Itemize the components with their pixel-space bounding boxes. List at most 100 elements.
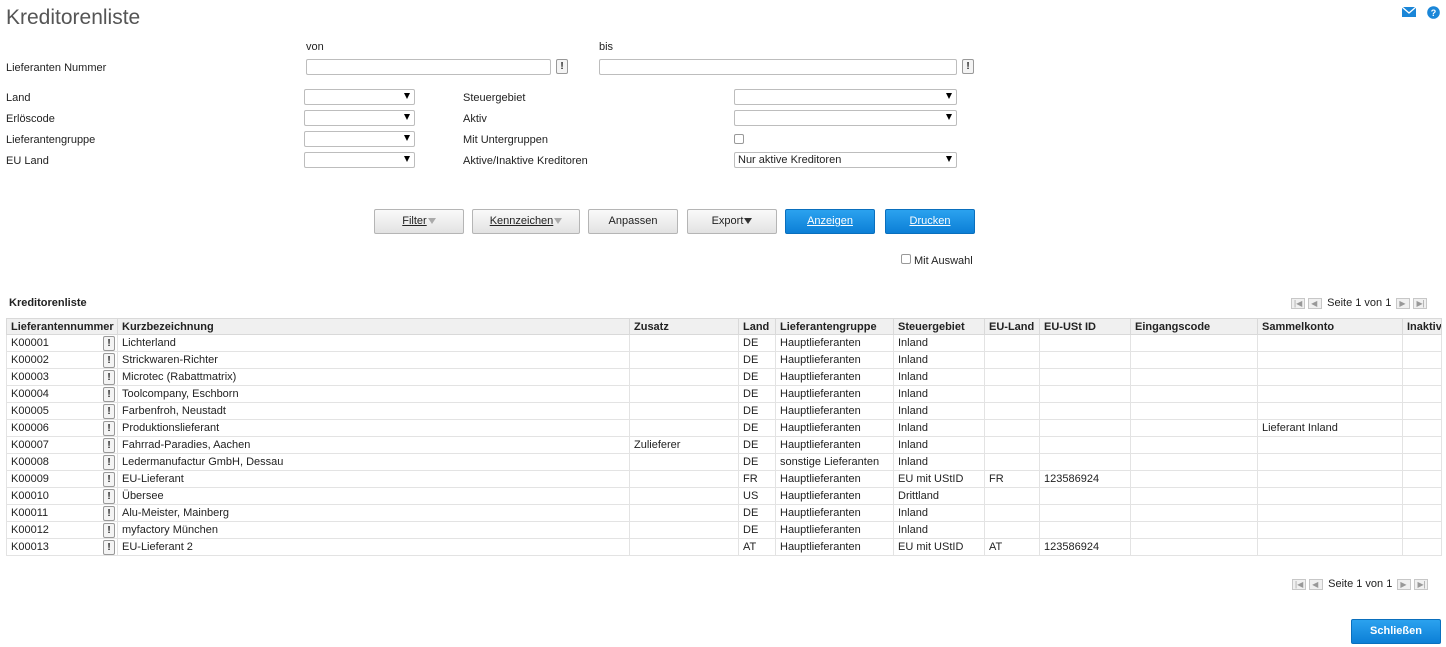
table-cell <box>1039 385 1131 403</box>
lieferantengruppe-select[interactable] <box>304 131 415 147</box>
kennzeichen-button[interactable]: Kennzeichen <box>472 209 580 234</box>
row-detail-button[interactable]: ! <box>103 472 115 487</box>
table-cell: Hauptlieferanten <box>775 487 894 505</box>
cell-text: Hauptlieferanten <box>780 405 861 417</box>
row-detail-button[interactable]: ! <box>103 455 115 470</box>
last-page-icon[interactable]: ▶| <box>1414 578 1429 590</box>
export-button[interactable]: Export <box>687 209 777 234</box>
column-header[interactable]: Lieferantengruppe <box>775 318 894 335</box>
cell-text: K00011 <box>11 507 49 519</box>
column-header[interactable]: Zusatz <box>629 318 739 335</box>
cell-text: DE <box>743 388 759 400</box>
next-page-icon[interactable]: ▶ <box>1396 297 1411 309</box>
table-cell: K00003! <box>6 368 118 386</box>
column-header[interactable]: Lieferantennummer <box>6 318 118 335</box>
table-cell <box>1402 470 1442 488</box>
table-cell: Inland <box>893 385 985 403</box>
first-page-icon[interactable]: |◀ <box>1292 578 1306 590</box>
table-row[interactable]: K00005! Farbenfroh, Neustadt DE Hauptliefer… <box>6 402 1442 420</box>
cell-text: K00008 <box>11 456 49 468</box>
column-header[interactable]: Sammelkonto <box>1257 318 1403 335</box>
row-detail-button[interactable]: ! <box>103 421 115 436</box>
row-detail-button[interactable]: ! <box>103 370 115 385</box>
next-page-icon[interactable]: ▶ <box>1397 578 1412 590</box>
table-cell <box>984 504 1040 522</box>
table-cell <box>1130 538 1258 556</box>
pager-top: |◀ ◀ Seite 1 von 1 ▶ ▶| <box>1291 297 1428 309</box>
aktive-inaktive-select[interactable]: Nur aktive Kreditoren <box>734 152 957 168</box>
von-input[interactable] <box>306 59 551 75</box>
cell-text: EU-Lieferant 2 <box>122 541 193 553</box>
row-detail-button[interactable]: ! <box>103 489 115 504</box>
row-detail-button[interactable]: ! <box>103 506 115 521</box>
column-header[interactable]: EU-Land <box>984 318 1040 335</box>
filter-button[interactable]: Filter <box>374 209 464 234</box>
prev-page-icon[interactable]: ◀ <box>1308 297 1323 309</box>
cell-text: Inland <box>898 371 928 383</box>
land-select[interactable] <box>304 89 415 105</box>
prev-page-icon[interactable]: ◀ <box>1309 578 1324 590</box>
caret-down-icon <box>744 218 753 224</box>
table-row[interactable]: K00012! myfactory München DE Hauptlieferant… <box>6 521 1442 539</box>
bis-input[interactable] <box>599 59 957 75</box>
table-cell <box>629 504 739 522</box>
table-row[interactable]: K00013! EU-Lieferant 2 AT Hauptlieferanten E… <box>6 538 1442 556</box>
row-detail-button[interactable]: ! <box>103 336 115 351</box>
mit-auswahl-checkbox[interactable] <box>901 254 911 264</box>
help-icon[interactable]: ? <box>1427 6 1440 19</box>
row-detail-button[interactable]: ! <box>103 404 115 419</box>
table-cell: DE <box>738 385 776 403</box>
column-header[interactable]: Inaktiv <box>1402 318 1442 335</box>
table-cell <box>1402 521 1442 539</box>
table-row[interactable]: K00011! Alu-Meister, Mainberg DE Hauptliefe… <box>6 504 1442 522</box>
lieferantengruppe-label: Lieferantengruppe <box>6 134 96 146</box>
row-detail-button[interactable]: ! <box>103 523 115 538</box>
table-row[interactable]: K00001! Lichterland DE Hauptlieferanten Inla… <box>6 334 1442 352</box>
row-detail-button[interactable]: ! <box>103 438 115 453</box>
column-header[interactable]: Eingangscode <box>1130 318 1258 335</box>
cell-text: Inland <box>898 405 928 417</box>
mit-untergruppen-checkbox[interactable] <box>734 134 744 144</box>
row-detail-button[interactable]: ! <box>103 387 115 402</box>
table-cell <box>984 385 1040 403</box>
table-row[interactable]: K00009! EU-Lieferant FR Hauptlieferanten EU … <box>6 470 1442 488</box>
cell-text: K00001 <box>11 337 49 349</box>
table-cell <box>1402 351 1442 369</box>
erloescode-select[interactable] <box>304 110 415 126</box>
dropdown-arrow-icon <box>946 93 952 99</box>
column-header[interactable]: Kurzbezeichnung <box>117 318 630 335</box>
table-row[interactable]: K00007! Fahrrad-Paradies, Aachen Zuliefere… <box>6 436 1442 454</box>
bis-lookup-button[interactable]: ! <box>962 59 974 74</box>
table-cell: Hauptlieferanten <box>775 351 894 369</box>
table-cell <box>1402 538 1442 556</box>
steuergebiet-select[interactable] <box>734 89 957 105</box>
column-header[interactable]: EU-USt ID <box>1039 318 1131 335</box>
first-page-icon[interactable]: |◀ <box>1291 297 1305 309</box>
table-cell <box>629 334 739 352</box>
table-row[interactable]: K00010! Übersee US Hauptlieferanten Drittlan… <box>6 487 1442 505</box>
aktiv-select[interactable] <box>734 110 957 126</box>
row-detail-button[interactable]: ! <box>103 353 115 368</box>
eu-land-select[interactable] <box>304 152 415 168</box>
cell-text: EU-Lieferant <box>122 473 184 485</box>
table-row[interactable]: K00004! Toolcompany, Eschborn DE Hauptliefe… <box>6 385 1442 403</box>
von-lookup-button[interactable]: ! <box>556 59 568 74</box>
row-detail-button[interactable]: ! <box>103 540 115 555</box>
schliessen-button[interactable]: Schließen <box>1351 619 1441 644</box>
table-row[interactable]: K00003! Microtec (Rabattmatrix) DE Hauptlie… <box>6 368 1442 386</box>
table-cell <box>984 334 1040 352</box>
table-row[interactable]: K00008! Ledermanufactur GmbH, Dessau DE son… <box>6 453 1442 471</box>
column-header[interactable]: Land <box>738 318 776 335</box>
mail-icon[interactable] <box>1402 6 1416 18</box>
anpassen-button[interactable]: Anpassen <box>588 209 678 234</box>
table-header-row: Lieferantennummer Kurzbezeichnung Zusatz La… <box>6 318 1442 335</box>
table-cell <box>1402 487 1442 505</box>
column-header[interactable]: Steuergebiet <box>893 318 985 335</box>
cell-text: Hauptlieferanten <box>780 371 861 383</box>
anzeigen-button[interactable]: Anzeigen <box>785 209 875 234</box>
kennzeichen-button-label: Kennzeichen <box>489 215 554 227</box>
last-page-icon[interactable]: ▶| <box>1413 297 1428 309</box>
drucken-button[interactable]: Drucken <box>885 209 975 234</box>
table-row[interactable]: K00006! Produktionslieferant DE Hauptliefer… <box>6 419 1442 437</box>
table-row[interactable]: K00002! Strickwaren-Richter DE Hauptliefera… <box>6 351 1442 369</box>
